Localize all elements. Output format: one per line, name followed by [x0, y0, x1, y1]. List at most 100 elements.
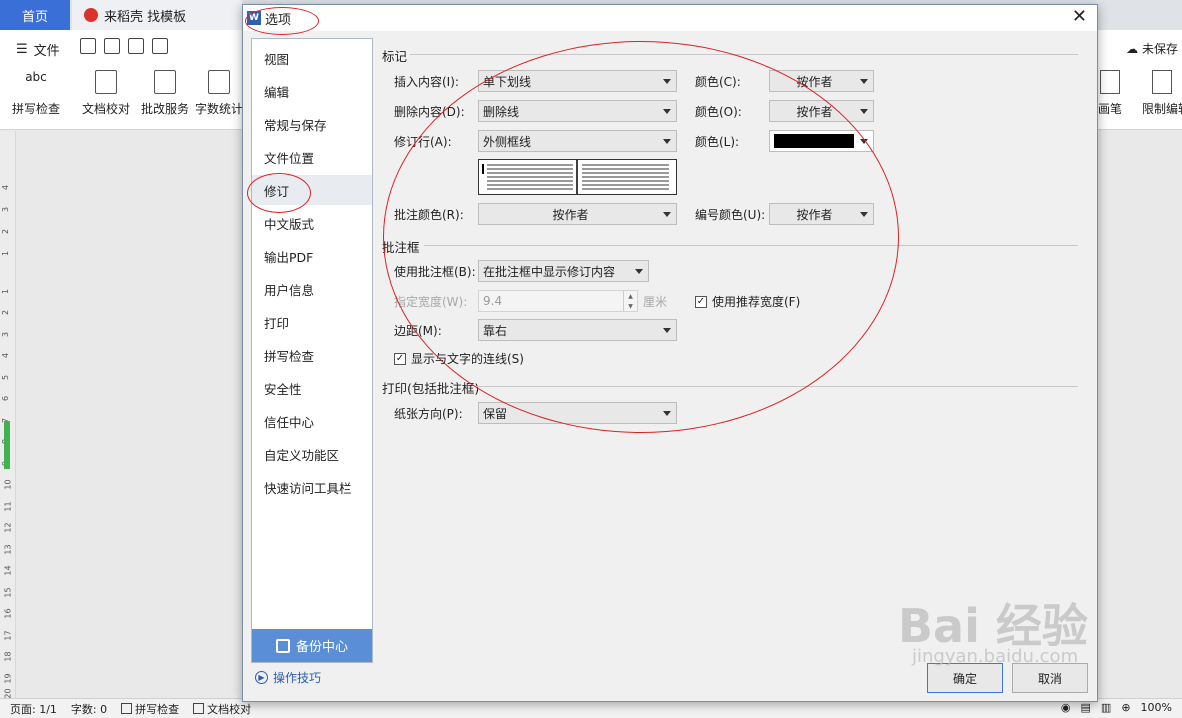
comment-color-label: 批注颜色(R):: [394, 208, 464, 222]
backup-center-button[interactable]: 备份中心: [252, 629, 372, 662]
close-icon[interactable]: ✕: [1072, 7, 1087, 27]
nav-item-customize-ribbon[interactable]: 自定义功能区: [252, 439, 372, 469]
save-icon[interactable]: [80, 38, 96, 54]
page-view-icon[interactable]: ▤: [1081, 701, 1091, 714]
orientation-select[interactable]: 保留: [478, 402, 677, 424]
show-lines-checkbox[interactable]: ✓ 显示与文字的连线(S): [394, 350, 524, 367]
revision-line-preview: [478, 159, 677, 195]
revision-line-color-label: 颜色(L):: [695, 135, 740, 149]
ruler-number: 16: [3, 608, 13, 619]
restrict-editing-button[interactable]: 限制编辑: [1142, 70, 1182, 117]
cloud-icon: ☁: [1126, 42, 1139, 56]
print-icon[interactable]: [128, 38, 144, 54]
nav-item-revisions[interactable]: 修订: [252, 175, 372, 205]
balloons-section-title: 批注框: [382, 240, 420, 255]
wps-writer-icon: W: [247, 11, 261, 25]
chevron-down-icon: [663, 109, 671, 114]
checkbox-icon: [193, 702, 205, 714]
number-color-value: 按作者: [796, 207, 833, 222]
ok-button[interactable]: 确定: [927, 663, 1003, 693]
preview-icon[interactable]: [152, 38, 168, 54]
insert-select[interactable]: 单下划线: [478, 70, 677, 92]
word-count[interactable]: 字数: 0: [71, 701, 107, 717]
ruler-position-indicator: [4, 421, 10, 469]
nav-item-spell-check[interactable]: 拼写检查: [252, 340, 372, 370]
eye-icon[interactable]: ◉: [1061, 701, 1071, 714]
export-icon[interactable]: [104, 38, 120, 54]
cancel-button[interactable]: 取消: [1012, 663, 1088, 693]
nav-item-chinese-layout[interactable]: 中文版式: [252, 208, 372, 238]
hamburger-icon: ☰: [16, 42, 28, 57]
recommended-width-checkbox[interactable]: ✓ 使用推荐宽度(F): [695, 293, 800, 310]
status-proofread[interactable]: 文档校对: [193, 701, 251, 717]
delete-value: 删除线: [483, 104, 520, 119]
spell-check-button[interactable]: abc 拼写检查: [4, 70, 68, 117]
width-input[interactable]: 9.4 ▲ ▼: [478, 290, 638, 312]
nav-item-file-locations[interactable]: 文件位置: [252, 142, 372, 172]
margin-value: 靠右: [483, 323, 508, 338]
zoom-level[interactable]: 100%: [1141, 701, 1172, 714]
nav-item-general-save[interactable]: 常规与保存: [252, 109, 372, 139]
number-color-label: 编号颜色(U):: [695, 208, 766, 222]
insert-color-select[interactable]: 按作者: [769, 70, 874, 92]
pen-icon: [1100, 70, 1120, 94]
nav-item-security[interactable]: 安全性: [252, 373, 372, 403]
recommended-width-label: 使用推荐宽度(F): [712, 295, 801, 309]
nav-item-quick-access[interactable]: 快速访问工具栏: [252, 472, 372, 502]
ruler-number: 19: [3, 673, 13, 684]
revision-line-color-select[interactable]: [769, 130, 874, 152]
proofread-button[interactable]: 文档校对: [74, 70, 138, 117]
tab-docer[interactable]: 来稻壳 找模板: [72, 0, 242, 30]
document-icon: [95, 70, 117, 94]
save-status[interactable]: ☁ 未保存: [1126, 40, 1178, 57]
file-menu-label: 文件: [33, 44, 60, 59]
status-spell-check[interactable]: 拼写检查: [121, 701, 179, 717]
chevron-down-icon: [663, 328, 671, 333]
chevron-down-icon: [663, 411, 671, 416]
insert-color-value: 按作者: [796, 74, 833, 89]
tab-home[interactable]: 首页: [0, 0, 70, 30]
file-menu[interactable]: ☰ 文件: [16, 40, 60, 59]
nav-item-edit[interactable]: 编辑: [252, 76, 372, 106]
nav-item-trust-center[interactable]: 信任中心: [252, 406, 372, 436]
status-spell-label: 拼写检查: [135, 702, 180, 716]
margin-select[interactable]: 靠右: [478, 319, 677, 341]
width-unit[interactable]: 厘米: [643, 293, 667, 310]
tips-label: 操作技巧: [273, 671, 322, 685]
proofread-label: 文档校对: [81, 102, 130, 116]
delete-select[interactable]: 删除线: [478, 100, 677, 122]
print-section-title: 打印(包括批注框): [382, 381, 480, 396]
pen-button[interactable]: 画笔: [1098, 70, 1122, 117]
word-count-label: 字数统计: [194, 102, 243, 116]
insert-color-label: 颜色(C):: [695, 75, 741, 89]
ruler-number: 1: [1, 250, 11, 257]
nav-item-print[interactable]: 打印: [252, 307, 372, 337]
review-icon: [154, 70, 176, 94]
correction-service-button[interactable]: 批改服务: [133, 70, 197, 117]
revision-line-label: 修订行(A):: [394, 135, 452, 149]
nav-item-user-info[interactable]: 用户信息: [252, 274, 372, 304]
delete-color-select[interactable]: 按作者: [769, 100, 874, 122]
tips-link[interactable]: ▶ 操作技巧: [255, 669, 321, 686]
number-color-select[interactable]: 按作者: [769, 203, 874, 225]
correction-service-label: 批改服务: [140, 102, 189, 116]
chevron-down-icon: [635, 269, 643, 274]
use-balloons-select[interactable]: 在批注框中显示修订内容: [478, 260, 649, 282]
revision-line-select[interactable]: 外侧框线: [478, 130, 677, 152]
comment-color-select[interactable]: 按作者: [478, 203, 677, 225]
web-view-icon[interactable]: ⊕: [1121, 701, 1130, 714]
spell-check-label: 拼写检查: [11, 102, 60, 116]
ruler-number: 18: [3, 651, 13, 662]
options-dialog: W 选项 ✕ 视图 编辑 常规与保存 文件位置 修订 中文版式 输出PDF 用户…: [242, 4, 1098, 702]
ruler-number: 12: [3, 522, 13, 533]
nav-item-export-pdf[interactable]: 输出PDF: [252, 241, 372, 271]
read-view-icon[interactable]: ▥: [1101, 701, 1111, 714]
ruler-number: 10: [3, 479, 13, 490]
word-count-button[interactable]: 字数统计: [194, 70, 244, 117]
divider: [424, 245, 1078, 246]
width-value: 9.4: [483, 294, 503, 308]
docer-logo-icon: [84, 8, 98, 22]
view-controls: ◉ ▤ ▥ ⊕ 100%: [1061, 701, 1172, 714]
checkmark-icon: ✓: [394, 352, 406, 365]
nav-item-view[interactable]: 视图: [252, 43, 372, 73]
